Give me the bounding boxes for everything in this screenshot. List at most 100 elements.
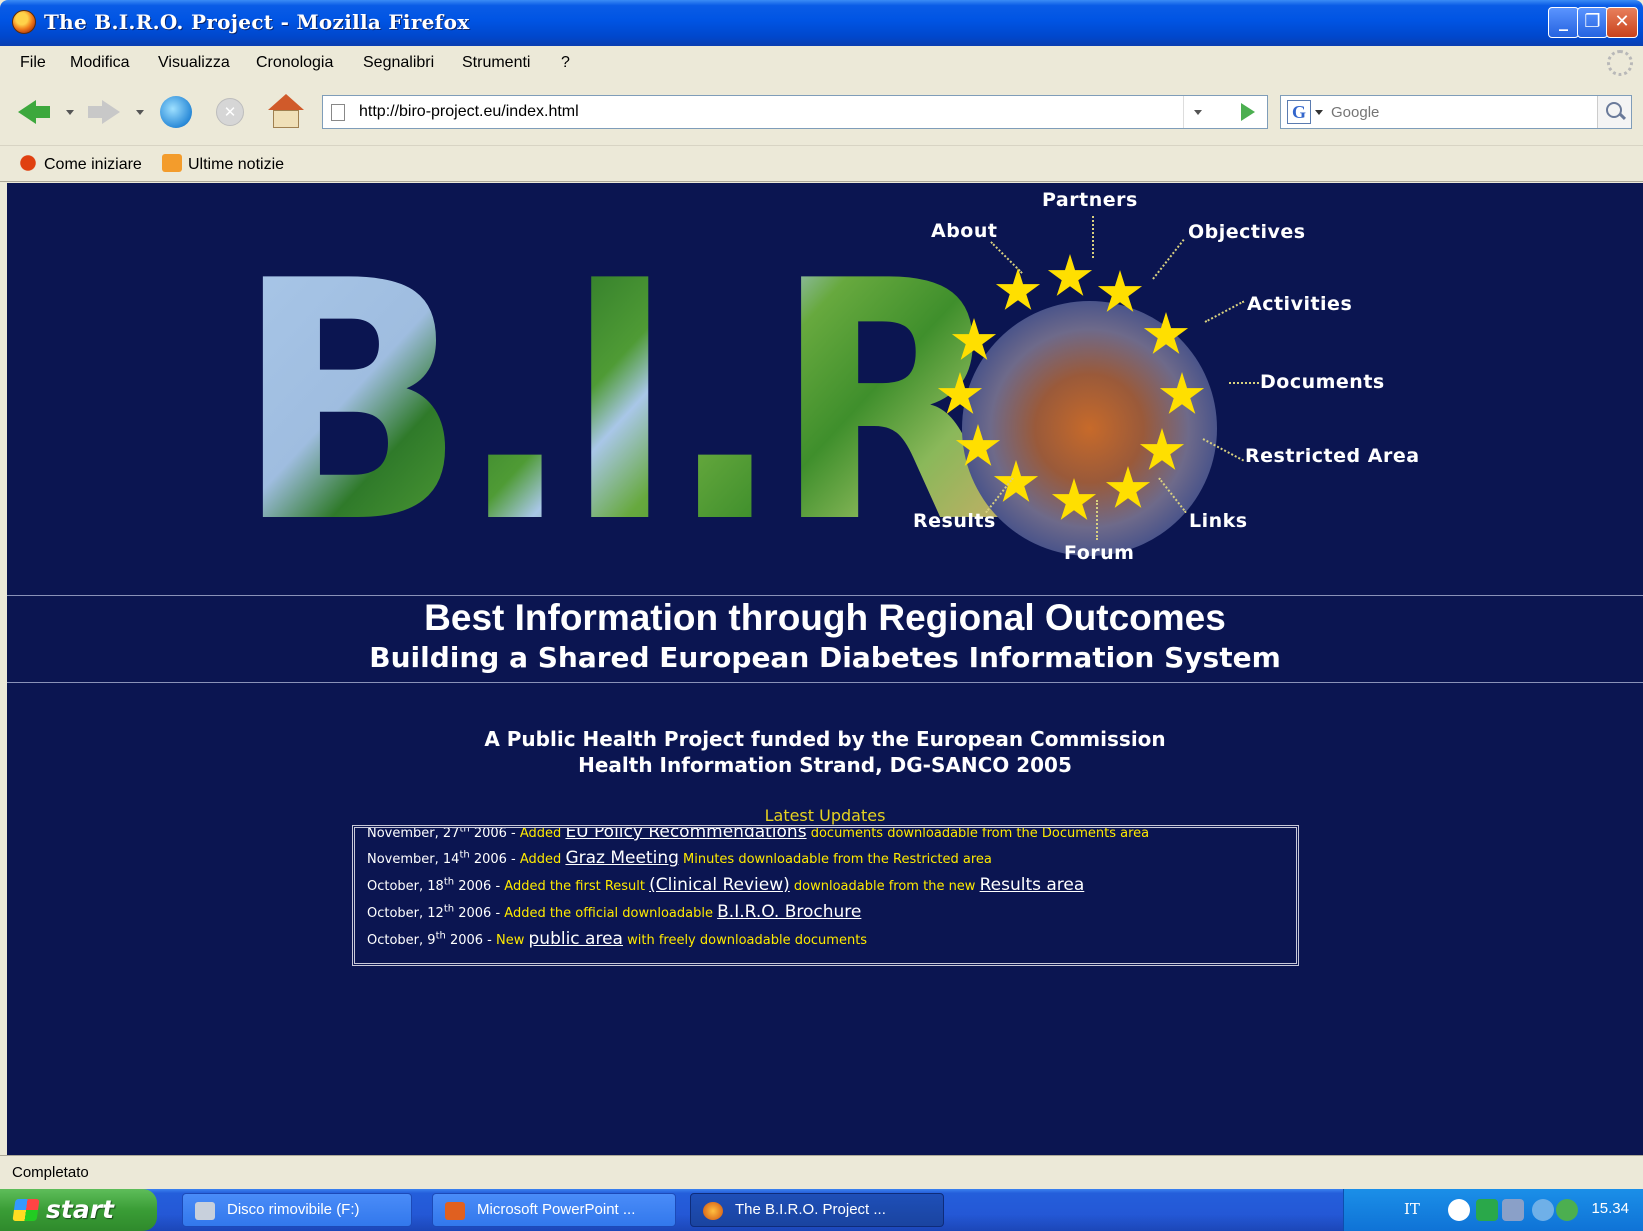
stop-icon: ✕ — [216, 98, 244, 126]
divider-bottom — [7, 682, 1643, 683]
menu-help[interactable]: ? — [561, 54, 570, 72]
forward-history-dropdown-icon[interactable] — [136, 110, 144, 115]
menu-cronologia[interactable]: Cronologia — [256, 54, 333, 72]
close-button[interactable]: ✕ — [1606, 7, 1638, 38]
leader-line — [1096, 500, 1098, 540]
update-date: October, 12th 2006 - — [367, 903, 505, 921]
menu-segnalibri[interactable]: Segnalibri — [363, 54, 434, 72]
search-bar[interactable]: G — [1280, 95, 1632, 129]
task-label: Disco rimovibile (F:) — [227, 1201, 360, 1218]
funding-line-2: Health Information Strand, DG-SANCO 2005 — [578, 753, 1072, 777]
update-link[interactable]: Graz Meeting — [565, 848, 678, 868]
divider-top — [7, 595, 1643, 596]
system-tray: IT 15.34 — [1343, 1189, 1643, 1231]
update-item: October, 18th 2006 - Added the first Res… — [367, 875, 1084, 895]
bookmark-ultime-notizie[interactable]: Ultime notizie — [162, 154, 284, 174]
leader-line — [1204, 300, 1245, 323]
url-history-dropdown[interactable] — [1183, 96, 1211, 128]
task-label: Microsoft PowerPoint ... — [477, 1201, 636, 1218]
powerpoint-icon — [445, 1202, 465, 1220]
update-text: documents downloadable from the Document… — [806, 826, 1150, 841]
tray-collapse-icon[interactable] — [1448, 1199, 1470, 1221]
nav-links[interactable]: Links — [1189, 510, 1248, 532]
network-icon[interactable] — [1502, 1199, 1524, 1221]
maximize-button[interactable]: ❐ — [1577, 7, 1608, 38]
nav-about[interactable]: About — [931, 220, 997, 242]
status-text: Completato — [12, 1164, 89, 1181]
update-date: November, 14th 2006 - — [367, 849, 520, 867]
update-text: Minutes downloadable from the Restricted… — [678, 852, 992, 867]
task-label: The B.I.R.O. Project ... — [735, 1201, 886, 1218]
leader-line — [1152, 238, 1185, 280]
back-button[interactable] — [14, 92, 54, 132]
update-item: October, 9th 2006 - New public area with… — [367, 929, 867, 949]
menu-strumenti[interactable]: Strumenti — [462, 54, 530, 72]
reload-icon — [160, 96, 192, 128]
start-button[interactable]: start — [0, 1189, 157, 1231]
google-engine-icon[interactable]: G — [1287, 100, 1311, 124]
nav-documents[interactable]: Documents — [1260, 371, 1385, 393]
go-arrow-icon[interactable] — [1241, 103, 1255, 121]
home-button[interactable] — [266, 92, 306, 132]
update-date: October, 9th 2006 - — [367, 930, 496, 948]
update-date: October, 18th 2006 - — [367, 876, 505, 894]
update-text: downloadable from the new — [789, 879, 980, 894]
messenger-icon[interactable] — [1532, 1199, 1554, 1221]
nav-restricted-area[interactable]: Restricted Area — [1245, 445, 1420, 467]
task-removable-disk[interactable]: Disco rimovibile (F:) — [182, 1193, 412, 1227]
bookmark-come-iniziare[interactable]: Come iniziare — [18, 154, 142, 174]
reload-button[interactable] — [156, 92, 196, 132]
language-indicator[interactable]: IT — [1404, 1200, 1420, 1218]
drive-icon — [195, 1202, 215, 1220]
update-link[interactable]: Results area — [980, 875, 1085, 895]
update-item: November, 27th 2006 - Added EU Policy Re… — [367, 825, 1150, 842]
stop-button[interactable]: ✕ — [210, 92, 250, 132]
window-title-bar[interactable]: The B.I.R.O. Project - Mozilla Firefox _… — [0, 0, 1643, 46]
firefox-icon — [703, 1202, 723, 1220]
back-history-dropdown-icon[interactable] — [66, 110, 74, 115]
menu-visualizza[interactable]: Visualizza — [158, 54, 230, 72]
nav-partners[interactable]: Partners — [1042, 189, 1138, 211]
update-link[interactable]: EU Policy Recommendations — [565, 828, 806, 842]
nav-activities[interactable]: Activities — [1247, 293, 1352, 315]
subheadline: Building a Shared European Diabetes Info… — [369, 641, 1281, 674]
update-item: November, 14th 2006 - Added Graz Meeting… — [367, 848, 992, 868]
task-firefox[interactable]: The B.I.R.O. Project ... — [690, 1193, 944, 1227]
update-link[interactable]: public area — [529, 929, 623, 949]
menu-modifica[interactable]: Modifica — [70, 54, 130, 72]
start-label: start — [46, 1195, 114, 1224]
search-icon[interactable] — [1597, 96, 1631, 128]
nav-results[interactable]: Results — [913, 510, 996, 532]
window-title: The B.I.R.O. Project - Mozilla Firefox — [44, 10, 470, 34]
url-text[interactable]: http://biro-project.eu/index.html — [359, 103, 579, 121]
address-bar[interactable]: http://biro-project.eu/index.html — [322, 95, 1268, 129]
bookmark-label: Come iniziare — [44, 156, 142, 173]
nav-objectives[interactable]: Objectives — [1188, 221, 1306, 243]
update-item: October, 12th 2006 - Added the official … — [367, 902, 861, 922]
task-powerpoint[interactable]: Microsoft PowerPoint ... — [432, 1193, 676, 1227]
forward-button[interactable] — [84, 92, 124, 132]
security-shield-icon[interactable] — [1556, 1199, 1578, 1221]
update-text: Added — [519, 852, 566, 867]
menu-file[interactable]: File — [20, 54, 46, 72]
update-link[interactable]: B.I.R.O. Brochure — [717, 902, 861, 922]
update-text: with freely downloadable documents — [622, 933, 868, 948]
page-icon — [331, 104, 345, 121]
bookmarks-toolbar: Come iniziare Ultime notizie — [0, 146, 1643, 182]
updates-scroller[interactable]: November, 27th 2006 - Added EU Policy Re… — [352, 825, 1299, 966]
update-link[interactable]: (Clinical Review) — [649, 875, 790, 895]
search-input[interactable] — [1331, 101, 1581, 123]
antivirus-icon[interactable] — [1476, 1199, 1498, 1221]
minimize-button[interactable]: _ — [1548, 7, 1579, 38]
rss-feed-icon — [162, 154, 182, 172]
navigation-toolbar: ✕ http://biro-project.eu/index.html G — [0, 80, 1643, 146]
status-bar: Completato — [0, 1155, 1643, 1189]
funding-line-1: A Public Health Project funded by the Eu… — [484, 727, 1166, 751]
forward-arrow-icon — [102, 100, 120, 124]
leader-line — [1092, 216, 1094, 258]
update-date: November, 27th 2006 - — [367, 825, 520, 841]
engine-dropdown-icon[interactable] — [1315, 110, 1323, 115]
home-icon — [268, 94, 304, 110]
taskbar: start Disco rimovibile (F:) Microsoft Po… — [0, 1189, 1643, 1231]
nav-forum[interactable]: Forum — [1064, 542, 1134, 564]
